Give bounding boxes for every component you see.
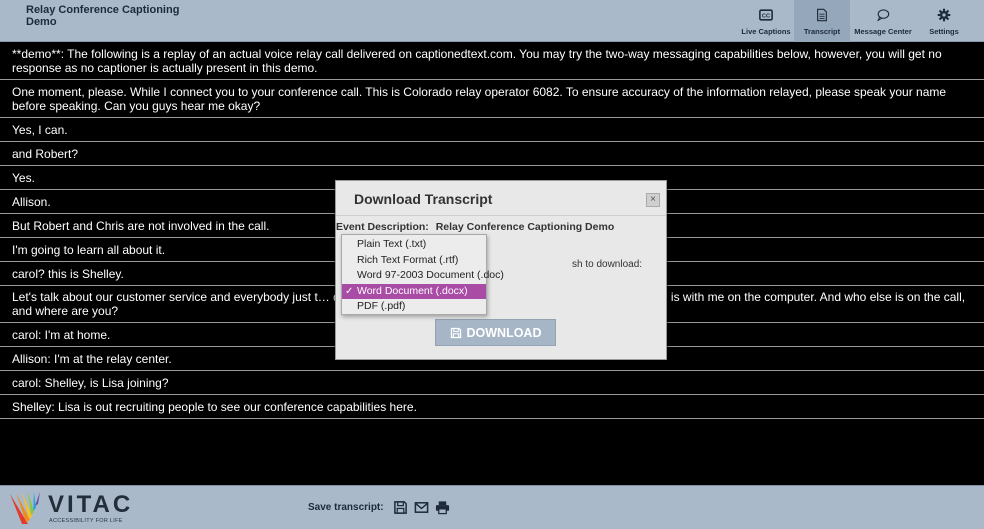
transcript-line: **demo**: The following is a replay of a… xyxy=(0,42,984,80)
nav-label: Settings xyxy=(929,27,959,36)
option-label: Rich Text Format (.rtf) xyxy=(357,253,459,266)
event-label: Event Description: xyxy=(336,221,429,233)
nav-transcript[interactable]: Transcript xyxy=(794,0,850,42)
nav-message-center[interactable]: Message Center xyxy=(850,0,916,42)
chat-bubble-icon xyxy=(876,8,890,22)
dialog-title: Download Transcript xyxy=(354,191,493,207)
download-prompt: sh to download: xyxy=(572,259,643,270)
header-bar: Relay Conference Captioning Demo CC Live… xyxy=(0,0,984,42)
transcript-line: and Robert? xyxy=(0,142,984,166)
transcript-line: carol: Shelley, is Lisa joining? xyxy=(0,371,984,395)
dialog-divider xyxy=(336,215,666,216)
nav-live-captions[interactable]: CC Live Captions xyxy=(738,0,794,42)
option-label: Plain Text (.txt) xyxy=(357,238,427,250)
save-transcript-label: Save transcript: xyxy=(308,501,384,513)
logo-tagline: ACCESSIBILITY FOR LIFE xyxy=(49,518,123,524)
print-icon[interactable] xyxy=(434,498,452,516)
format-option-txt[interactable]: Plain Text (.txt) xyxy=(342,237,486,253)
vitac-logo: VITAC ACCESSIBILITY FOR LIFE xyxy=(8,490,148,526)
format-option-doc[interactable]: Word 97-2003 Document (.doc) xyxy=(342,268,504,284)
email-icon[interactable] xyxy=(413,498,431,516)
option-label: Word 97-2003 Document (.doc) xyxy=(357,269,504,281)
save-icon xyxy=(450,327,461,338)
check-icon: ✓ xyxy=(345,285,354,297)
cc-icon: CC xyxy=(759,8,773,22)
nav-settings[interactable]: Settings xyxy=(916,0,972,42)
main-nav: CC Live Captions Transcript Message Cent… xyxy=(738,0,972,42)
document-icon xyxy=(815,8,829,22)
svg-text:CC: CC xyxy=(762,14,770,20)
logo-mark-icon xyxy=(10,492,40,524)
option-label: Word Document (.docx) xyxy=(357,284,468,297)
download-button[interactable]: DOWNLOAD xyxy=(435,319,556,346)
app-title: Relay Conference Captioning Demo xyxy=(26,4,180,28)
format-option-rtf[interactable]: Rich Text Format (.rtf) xyxy=(342,253,486,269)
save-icon[interactable] xyxy=(392,498,410,516)
nav-label: Live Captions xyxy=(741,27,791,36)
close-button[interactable]: × xyxy=(646,193,660,207)
transcript-line: One moment, please. While I connect you … xyxy=(0,80,984,118)
event-row: Event Description: Relay Conference Capt… xyxy=(336,221,668,233)
save-transcript-row: Save transcript: xyxy=(308,496,455,518)
option-label: PDF (.pdf) xyxy=(357,300,406,312)
nav-label: Message Center xyxy=(854,27,912,36)
gear-icon xyxy=(937,8,951,22)
transcript-line: Yes, I can. xyxy=(0,118,984,142)
event-value: Relay Conference Captioning Demo xyxy=(435,221,615,233)
logo-wordmark: VITAC xyxy=(48,491,134,518)
nav-label: Transcript xyxy=(803,27,841,36)
format-option-pdf[interactable]: PDF (.pdf) xyxy=(342,299,486,315)
format-option-docx[interactable]: ✓ Word Document (.docx) xyxy=(342,283,486,299)
footer-bar: VITAC ACCESSIBILITY FOR LIFE Save transc… xyxy=(0,485,984,529)
download-button-label: DOWNLOAD xyxy=(466,325,542,340)
transcript-line: Shelley: Lisa is out recruiting people t… xyxy=(0,395,984,419)
format-dropdown[interactable]: Plain Text (.txt) Rich Text Format (.rtf… xyxy=(341,234,504,315)
